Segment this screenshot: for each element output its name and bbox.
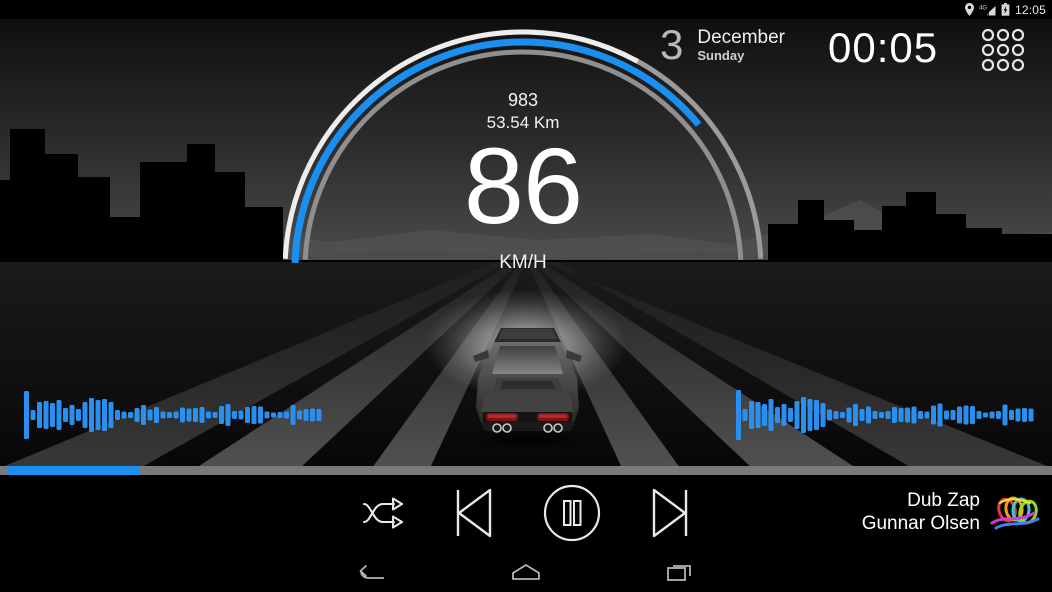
media-player-bar: Dub Zap Gunnar Olsen: [0, 475, 1052, 551]
pause-icon: [543, 484, 601, 542]
audio-visualizer-left: [24, 385, 324, 445]
grid-apps-icon[interactable]: [981, 28, 1025, 72]
status-clock: 12:05: [1014, 2, 1046, 17]
track-text: Dub Zap Gunnar Olsen: [862, 489, 980, 535]
weekday-label: Sunday: [697, 48, 745, 63]
next-track-button[interactable]: [649, 487, 691, 539]
shuffle-button[interactable]: [361, 495, 405, 531]
location-pin-icon: [964, 3, 974, 16]
battery-icon: [1001, 3, 1010, 16]
recents-button[interactable]: [652, 551, 708, 592]
back-button[interactable]: [344, 551, 400, 592]
track-artist: Gunnar Olsen: [861, 513, 980, 534]
gauge-speed-arc: [291, 38, 702, 263]
home-icon: [512, 563, 540, 580]
recents-icon: [667, 564, 691, 581]
back-icon: [359, 564, 384, 579]
audio-visualizer-right: [736, 385, 1036, 445]
android-nav-bar: [0, 551, 1052, 592]
play-pause-button[interactable]: [543, 484, 601, 542]
car-dashboard-screen: 983 53.54 Km 86 KM/H 3 December Sunday 0…: [0, 0, 1052, 592]
svg-text:4G: 4G: [979, 5, 987, 11]
signal-4g-icon: 4G: [979, 3, 996, 16]
date-panel[interactable]: 3 December Sunday: [660, 24, 785, 66]
clock-display[interactable]: 00:05: [828, 26, 938, 70]
car-illustration: [465, 328, 589, 447]
android-status-bar: 4G 12:05: [0, 0, 1052, 19]
month-label: December: [697, 27, 786, 48]
gauge-inner-track: [302, 49, 744, 260]
track-title: Dub Zap: [907, 490, 980, 511]
album-art[interactable]: [990, 491, 1042, 533]
shuffle-icon: [362, 497, 404, 529]
track-progress-bar[interactable]: [0, 466, 1052, 475]
previous-track-button[interactable]: [453, 487, 495, 539]
now-playing-info[interactable]: Dub Zap Gunnar Olsen: [862, 489, 1042, 535]
gauge-marker-arc: [283, 29, 639, 259]
track-progress-fill: [8, 466, 139, 475]
next-track-icon: [652, 488, 688, 538]
previous-track-icon: [456, 488, 492, 538]
day-number: 3: [660, 21, 684, 68]
home-button[interactable]: [498, 551, 554, 592]
